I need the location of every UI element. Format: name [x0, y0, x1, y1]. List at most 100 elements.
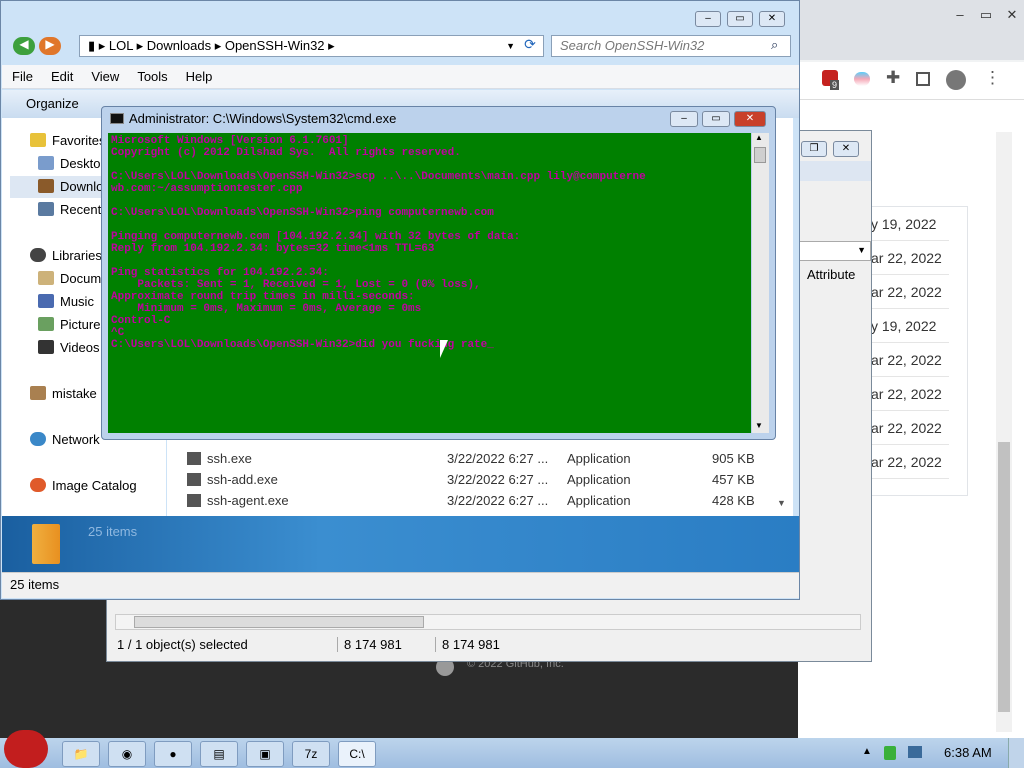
horizontal-scrollbar[interactable]	[115, 614, 861, 630]
forward-arrow-icon[interactable]: ▶	[39, 37, 61, 55]
nav-music[interactable]: Music	[38, 291, 94, 313]
menu-help[interactable]: Help	[176, 65, 221, 84]
scrollbar-thumb[interactable]	[754, 147, 766, 163]
console-output[interactable]: Microsoft Windows [Version 6.1.7601] Copy…	[108, 133, 751, 433]
file-name: ssh.exe	[207, 451, 252, 466]
nav-mistake[interactable]: mistake	[30, 383, 97, 405]
breadcrumb-item[interactable]: OpenSSH-Win32	[225, 38, 325, 53]
console-line: Microsoft Windows [Version 6.1.7601]	[111, 135, 349, 147]
user-folder-icon	[30, 386, 46, 400]
taskbar-7zip-icon[interactable]: 7z	[292, 741, 330, 767]
organize-button[interactable]: Organize	[26, 96, 79, 111]
restore-button[interactable]: ❐	[801, 141, 827, 157]
console-line: Ping statistics for 104.192.2.34:	[111, 267, 329, 279]
status-bar: 25 items	[2, 572, 799, 598]
scrollbar-thumb[interactable]	[134, 616, 424, 628]
cmd-scrollbar[interactable]: ▲ ▼	[752, 133, 769, 433]
search-icon[interactable]: ⌕	[771, 37, 778, 53]
videos-icon	[38, 340, 54, 354]
cmd-icon	[110, 113, 124, 124]
network-tray-icon[interactable]	[908, 746, 922, 758]
tray-expand-icon[interactable]: ▲	[862, 746, 872, 757]
cmd-maximize-button[interactable]: ▭	[702, 111, 730, 127]
file-size: 905 KB	[712, 451, 755, 466]
console-line: Copyright (c) 2012 Dilshad Sys. All righ…	[111, 147, 461, 159]
nav-videos[interactable]: Videos	[38, 337, 100, 359]
file-row[interactable]: ssh-add.exe 3/22/2022 6:27 ... Applicati…	[167, 469, 793, 490]
scrollbar-thumb[interactable]	[998, 442, 1010, 712]
taskbar-folder-icon[interactable]: ▤	[200, 741, 238, 767]
puzzle-icon[interactable]: ✚	[886, 68, 900, 88]
side-panel-icon[interactable]	[916, 72, 930, 86]
folder-icon: ▮ ▸	[88, 38, 109, 53]
file-name: ssh-agent.exe	[207, 493, 289, 508]
taskbar-cmd-icon[interactable]: C:\	[338, 741, 376, 767]
close-button[interactable]: ✕	[759, 11, 785, 27]
close-button[interactable]: ✕	[833, 141, 859, 157]
console-line: wb.com:~/assumptiontester.cpp	[111, 183, 303, 195]
console-line: Packets: Sent = 1, Received = 1, Lost = …	[111, 279, 481, 291]
show-desktop-button[interactable]	[1008, 738, 1024, 768]
file-type: Application	[567, 451, 631, 466]
search-input[interactable]: Search OpenSSH-Win32	[551, 35, 791, 57]
exe-icon	[187, 494, 201, 507]
nav-network[interactable]: Network	[30, 429, 100, 451]
nav-libraries[interactable]: Libraries	[30, 245, 102, 267]
file-date: 3/22/2022 6:27 ...	[447, 472, 549, 487]
maximize-button[interactable]: ▭	[727, 11, 753, 27]
taskbar-network-icon[interactable]: ▣	[246, 741, 284, 767]
nav-image-catalog[interactable]: Image Catalog	[30, 475, 137, 497]
file-row[interactable]: ssh.exe 3/22/2022 6:27 ... Application 9…	[167, 448, 793, 469]
console-line: ^C	[111, 327, 125, 339]
kebab-menu-icon[interactable]: ⋮	[984, 68, 1001, 88]
libraries-icon	[30, 248, 46, 262]
browser-maximize-button[interactable]: ▭	[976, 6, 996, 24]
scroll-down-arrow[interactable]: ▼	[777, 498, 786, 508]
breadcrumb-item[interactable]: Downloads	[147, 38, 211, 53]
pictures-icon	[38, 317, 54, 331]
folder-large-icon	[32, 524, 60, 564]
clock[interactable]: 6:38 AM	[944, 745, 992, 760]
profile-avatar[interactable]	[946, 70, 966, 90]
file-type: Application	[567, 472, 631, 487]
cmd-minimize-button[interactable]: –	[670, 111, 698, 127]
address-bar[interactable]: ▮ ▸ LOL ▸ Downloads ▸ OpenSSH-Win32 ▸ ▼	[79, 35, 544, 57]
minimize-button[interactable]: –	[695, 11, 721, 27]
menu-file[interactable]: File	[2, 65, 41, 84]
console-line: Control-C	[111, 315, 171, 327]
downloads-icon	[38, 179, 54, 193]
chevron-down-icon[interactable]: ▼	[506, 36, 515, 56]
nav-pictures[interactable]: Pictures	[38, 314, 107, 336]
cmd-window: Administrator: C:\Windows\System32\cmd.e…	[101, 106, 776, 440]
menu-view[interactable]: View	[81, 65, 127, 84]
extension-flag-icon[interactable]	[854, 72, 870, 86]
refresh-icon[interactable]: ⟳	[519, 36, 541, 56]
recent-icon	[38, 202, 54, 216]
details-item-count: 25 items	[88, 524, 138, 539]
browser-close-button[interactable]: ✕	[1002, 6, 1022, 24]
taskbar-chrome-icon[interactable]: ◉	[108, 741, 146, 767]
breadcrumb-item[interactable]: LOL	[109, 38, 133, 53]
file-row[interactable]: ssh-agent.exe 3/22/2022 6:27 ... Applica…	[167, 490, 793, 511]
column-header-attribute[interactable]: Attribute	[807, 267, 855, 282]
menu-tools[interactable]: Tools	[127, 65, 175, 84]
taskbar-explorer-icon[interactable]: 📁	[62, 741, 100, 767]
browser-minimize-button[interactable]: –	[950, 6, 970, 24]
cmd-title: Administrator: C:\Windows\System32\cmd.e…	[110, 111, 396, 126]
menu-edit[interactable]: Edit	[41, 65, 81, 84]
nav-desktop[interactable]: Desktop	[38, 153, 108, 175]
nav-recent[interactable]: Recent	[38, 199, 101, 221]
selection-status: 1 / 1 object(s) selected	[117, 637, 248, 652]
browser-toolbar: 9 ✚ ⋮	[798, 62, 1024, 100]
back-arrow-icon[interactable]: ◀	[13, 37, 35, 55]
browser-scrollbar[interactable]	[996, 132, 1012, 732]
cmd-close-button[interactable]: ✕	[734, 111, 766, 127]
scroll-up-arrow[interactable]: ▲	[755, 133, 763, 142]
scroll-down-arrow[interactable]: ▼	[755, 421, 763, 430]
nav-favorites[interactable]: Favorites	[30, 130, 105, 152]
file-name: ssh-add.exe	[207, 472, 278, 487]
battery-icon[interactable]	[884, 746, 896, 760]
start-button-angry-bird-icon[interactable]	[4, 730, 48, 768]
taskbar-dev-icon[interactable]: ●	[154, 741, 192, 767]
